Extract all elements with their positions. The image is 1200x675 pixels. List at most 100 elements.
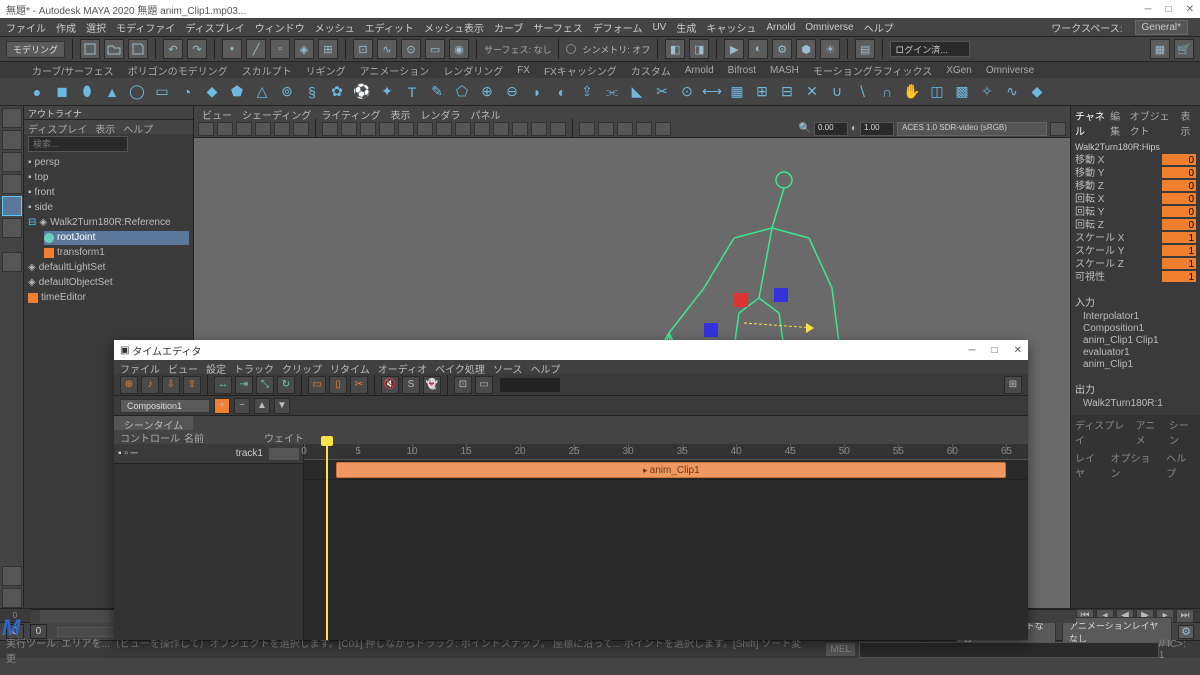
te-relocator-icon[interactable]: ⊞: [1004, 376, 1022, 394]
te-export-icon[interactable]: ⇧: [183, 376, 201, 394]
content-browser-icon[interactable]: ▦: [1150, 39, 1170, 59]
outliner-item[interactable]: transform1: [44, 246, 189, 260]
ipr-icon[interactable]: ◐: [748, 39, 768, 59]
shelf-tab[interactable]: レンダリング: [437, 62, 509, 79]
menu-cache[interactable]: キャッシュ: [706, 20, 756, 35]
te-tab-scenetime[interactable]: シーンタイム: [114, 416, 193, 430]
cb-tab-object[interactable]: オブジェクト: [1130, 108, 1177, 138]
undo-icon[interactable]: ↶: [163, 39, 183, 59]
te-ghost-icon[interactable]: 👻: [423, 376, 441, 394]
shelf-tab[interactable]: FXキャッシング: [538, 62, 623, 79]
menu-create[interactable]: 作成: [56, 20, 76, 35]
shelf-disc-icon[interactable]: ◔: [176, 81, 198, 103]
snap-point-icon[interactable]: ⊙: [401, 39, 421, 59]
snap-live-icon[interactable]: ◉: [449, 39, 469, 59]
te-trim-icon[interactable]: ⇥: [235, 376, 253, 394]
menu-generate[interactable]: 生成: [676, 20, 696, 35]
te-loop-icon[interactable]: ↻: [277, 376, 295, 394]
te-group-icon[interactable]: ▭: [308, 376, 326, 394]
cb-attr-field[interactable]: 1: [1162, 271, 1196, 282]
outliner-item[interactable]: ▪ front: [28, 186, 189, 200]
te-addclip-icon[interactable]: ⊕: [120, 376, 138, 394]
cb-tab-show[interactable]: 表示: [1180, 108, 1196, 138]
shelf-diff-icon[interactable]: ∖: [851, 81, 873, 103]
shelf-tab[interactable]: Arnold: [679, 64, 720, 77]
vp-menu-shading[interactable]: シェーディング: [242, 107, 311, 119]
snap-grid-icon[interactable]: ⊡: [353, 39, 373, 59]
cb-output-node[interactable]: Walk2Turn180R:1: [1083, 398, 1200, 409]
te-import-icon[interactable]: ⇩: [162, 376, 180, 394]
rotate-tool-icon[interactable]: [2, 196, 22, 216]
te-removetrack-icon[interactable]: −: [234, 398, 250, 414]
layer-menu[interactable]: レイヤ: [1075, 450, 1105, 480]
cset-icon2[interactable]: ◨: [689, 39, 709, 59]
cb-attr-label[interactable]: スケール Z: [1075, 258, 1124, 271]
shelf-bridge-icon[interactable]: ⫘: [601, 81, 623, 103]
te-trackup-icon[interactable]: ▲: [254, 398, 270, 414]
shelf-tab[interactable]: FX: [511, 64, 536, 77]
shelf-tab[interactable]: MASH: [764, 64, 805, 77]
cb-attr-label[interactable]: スケール X: [1075, 232, 1124, 245]
vp-tool-icon[interactable]: [274, 122, 290, 136]
cb-attr-label[interactable]: 移動 Z: [1075, 180, 1104, 193]
workspace-selector[interactable]: General*: [1135, 20, 1188, 35]
shelf-gear-icon[interactable]: ✿: [326, 81, 348, 103]
shelf-del-icon[interactable]: ✕: [801, 81, 823, 103]
te-menu-audio[interactable]: オーディオ: [378, 361, 427, 373]
menu-select[interactable]: 選択: [86, 20, 106, 35]
paint-tool-icon[interactable]: [2, 152, 22, 172]
shelf-prism-icon[interactable]: ⬟: [226, 81, 248, 103]
te-addtrack-icon[interactable]: +: [214, 398, 230, 414]
cb-attr-field[interactable]: 1: [1162, 232, 1196, 243]
cb-attr-field[interactable]: 0: [1162, 154, 1196, 165]
shelf-tab[interactable]: アニメーション: [354, 62, 436, 79]
vp-tool-icon[interactable]: [322, 122, 338, 136]
vp-zoom-icon[interactable]: 🔍: [799, 123, 811, 134]
menu-uv[interactable]: UV: [652, 22, 666, 33]
mode-dropdown[interactable]: モデリング: [6, 41, 65, 58]
shelf-cone-icon[interactable]: ▲: [101, 81, 123, 103]
layer-tab[interactable]: シーン: [1169, 417, 1196, 447]
cb-attr-label[interactable]: 回転 X: [1075, 193, 1104, 206]
vp-tool-icon[interactable]: [1050, 122, 1066, 136]
cb-attr-label[interactable]: 移動 X: [1075, 154, 1104, 167]
vp-menu-renderer[interactable]: レンダラ: [421, 107, 461, 119]
vp-menu-panels[interactable]: パネル: [471, 107, 501, 119]
te-addaudio-icon[interactable]: ♪: [141, 376, 159, 394]
vp-tool-icon[interactable]: [255, 122, 271, 136]
vp-tool-icon[interactable]: [617, 122, 633, 136]
cmd-lang-toggle[interactable]: MEL: [826, 643, 855, 656]
shelf-last-icon[interactable]: ◆: [1026, 81, 1048, 103]
shelf-sculpt-icon[interactable]: ✋: [901, 81, 923, 103]
outliner-item[interactable]: ▪ persp: [28, 156, 189, 170]
shelf-sphere-icon[interactable]: ●: [26, 81, 48, 103]
shelf-platonic-icon[interactable]: ◆: [201, 81, 223, 103]
menu-curve[interactable]: カーブ: [494, 20, 523, 35]
shelf-extrude-icon[interactable]: ⇪: [576, 81, 598, 103]
vp-tool-icon[interactable]: [417, 122, 433, 136]
te-menu-settings[interactable]: 設定: [206, 361, 226, 373]
vp-tool-icon[interactable]: [493, 122, 509, 136]
shelf-target-icon[interactable]: ⊙: [676, 81, 698, 103]
shelf-cube-icon[interactable]: ◼: [51, 81, 73, 103]
menu-meshdisplay[interactable]: メッシュ表示: [424, 20, 484, 35]
outliner-item[interactable]: ◈ defaultLightSet: [28, 261, 189, 275]
outliner-menu-help[interactable]: ヘルプ: [123, 121, 153, 133]
te-close-icon[interactable]: ✕: [1014, 345, 1022, 356]
shelf-tab[interactable]: Bifrost: [722, 64, 762, 77]
vp-tool-icon[interactable]: [550, 122, 566, 136]
shelf-tab[interactable]: リギング: [300, 62, 352, 79]
cb-input-node[interactable]: Composition1: [1083, 323, 1200, 335]
vp-tool-icon[interactable]: [198, 122, 214, 136]
cb-attr-label[interactable]: 移動 Y: [1075, 167, 1104, 180]
vp-tool-icon[interactable]: [360, 122, 376, 136]
te-mute-icon[interactable]: 🔇: [381, 376, 399, 394]
te-menu-help[interactable]: ヘルプ: [530, 361, 560, 373]
scale-tool-icon[interactable]: [2, 218, 22, 238]
shelf-tab[interactable]: XGen: [940, 64, 978, 77]
shelf-pipe-icon[interactable]: ⊚: [276, 81, 298, 103]
vp-tool-icon[interactable]: [293, 122, 309, 136]
vp-tool-icon[interactable]: [474, 122, 490, 136]
outliner-item[interactable]: ⊟ ◈ Walk2Turn180R:Reference: [28, 216, 189, 230]
menu-arnold[interactable]: Arnold: [766, 22, 795, 33]
